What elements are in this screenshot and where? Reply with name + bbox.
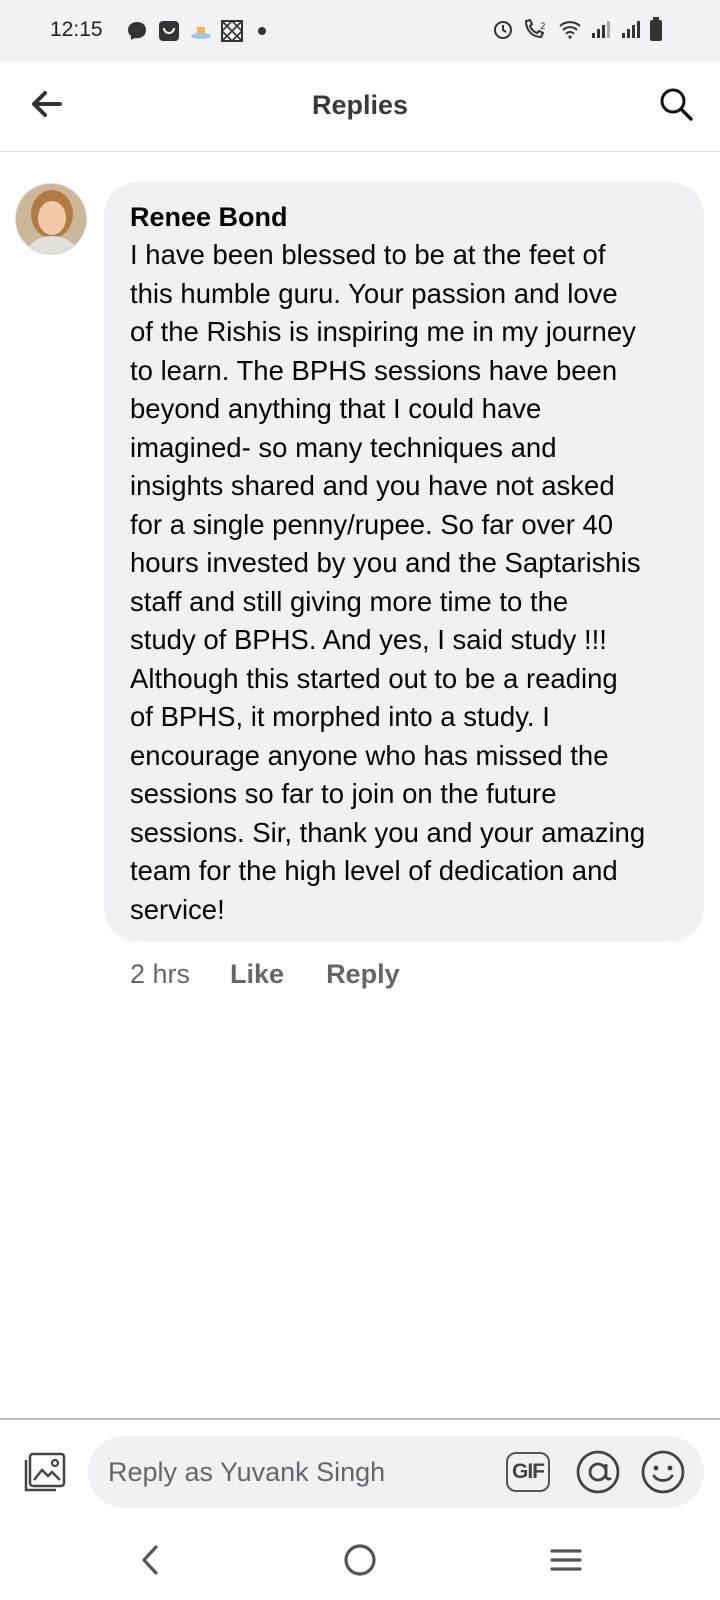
gif-button[interactable]: GIF [506,1452,550,1492]
comment-bubble: Renee Bond I have been blessed to be at … [104,182,704,942]
nav-home-button[interactable] [330,1532,390,1592]
photo-button[interactable] [22,1450,68,1496]
comment-timestamp: 2 hrs [130,958,191,989]
search-icon [659,87,693,126]
nav-recents-button[interactable] [536,1532,596,1592]
comment-actions: 2 hrs Like Reply [130,956,400,992]
avatar[interactable] [15,183,87,255]
recents-menu-icon [549,1546,583,1579]
signal-icon [590,19,612,44]
messenger-icon [124,18,150,44]
status-bar: 12:15 2 [0,0,720,62]
alarm-icon [492,18,514,45]
signal-icon [620,19,642,44]
mention-button[interactable] [575,1449,621,1495]
avatar-image [16,184,86,254]
search-button[interactable] [654,84,698,128]
reply-input[interactable] [108,1436,468,1508]
emoji-button[interactable] [640,1449,686,1495]
nav-back-button[interactable] [120,1532,180,1592]
app-notification-icon [188,18,214,44]
grid-pattern-icon [220,18,244,44]
status-right-icons: 2 [492,16,662,46]
app-bar: Replies [0,62,720,152]
home-circle-icon [342,1542,378,1583]
emoji-icon [640,1450,686,1499]
composer-divider [0,1418,720,1420]
composer-bar: GIF [88,1436,704,1508]
dot-icon [255,18,269,44]
wifi-icon [558,19,582,44]
photo-icon [22,1452,68,1500]
wifi-calling-icon: 2 [522,17,550,46]
system-nav-bar [0,1518,720,1600]
reply-button[interactable]: Reply [326,959,400,990]
at-sign-icon [575,1450,621,1499]
battery-icon [650,16,662,46]
status-time: 12:15 [50,18,103,41]
comment-text: I have been blessed to be at the feet of… [130,239,646,925]
svg-text:2: 2 [540,22,546,32]
like-button[interactable]: Like [230,959,284,990]
shopping-bag-icon [156,18,182,44]
back-chevron-icon [138,1543,162,1582]
comment-author[interactable]: Renee Bond [130,200,678,234]
page-title: Replies [311,90,409,120]
